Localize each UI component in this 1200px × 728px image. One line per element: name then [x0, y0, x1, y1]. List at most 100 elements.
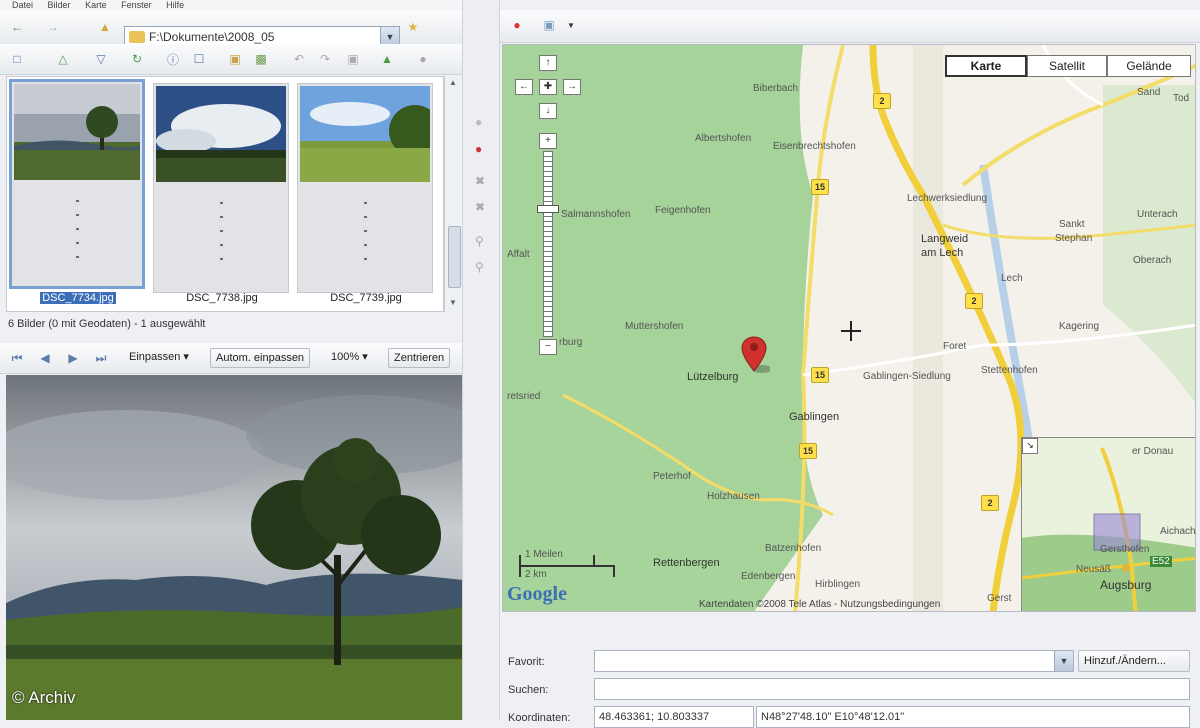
tools-icon[interactable]: ✖	[475, 174, 489, 188]
place-label: Foret	[943, 341, 967, 352]
chevron-down-icon[interactable]: ▼	[562, 16, 580, 34]
map-view[interactable]: Karte Satellit Gelände ↑ ← ✚ → ↓ + − 2 1…	[502, 44, 1196, 612]
undo-icon[interactable]: ↶	[290, 50, 308, 68]
scale-miles: 1 Meilen	[525, 549, 563, 560]
place-label: Biberbach	[753, 83, 799, 94]
next-icon[interactable]: ▶	[64, 349, 82, 367]
search-input[interactable]	[594, 678, 1190, 700]
overview-label: Neusäß	[1076, 564, 1112, 575]
place-label: Stephan	[1055, 233, 1093, 244]
sort-icon[interactable]: △	[54, 50, 72, 68]
comment-icon[interactable]: ☐	[190, 50, 208, 68]
redo-icon[interactable]: ↷	[316, 50, 334, 68]
place-label: Lech	[1001, 273, 1023, 284]
road-badge-15: 15	[811, 367, 829, 383]
zoom-out-icon[interactable]: ⚲	[475, 260, 489, 274]
google-logo: Google	[507, 583, 567, 605]
geotag-icon[interactable]: ▲	[378, 50, 396, 68]
menu-fenster[interactable]: Fenster	[121, 1, 152, 10]
prev-icon[interactable]: ◀	[36, 349, 54, 367]
pan-center-button[interactable]: ✚	[539, 79, 557, 95]
place-label: rburg	[559, 337, 583, 348]
slideshow-icon[interactable]: ▣	[226, 50, 244, 68]
fit-button[interactable]: Einpassen ▾	[124, 348, 194, 368]
thumbnail-2[interactable]	[153, 83, 289, 293]
save-icon[interactable]: ▣	[344, 50, 362, 68]
tools-2-icon[interactable]: ✖	[475, 200, 489, 214]
car-icon[interactable]: ▣	[540, 16, 558, 34]
zoom-slider-track[interactable]	[543, 151, 553, 337]
place-label: Eisenbrechtshofen	[773, 141, 856, 152]
filter-icon[interactable]: ▽	[92, 50, 110, 68]
thumbnail-3[interactable]	[297, 83, 433, 293]
thumbnail-1[interactable]	[9, 79, 145, 289]
overview-label: Augsburg	[1100, 578, 1152, 592]
favorite-folder-icon[interactable]: ★	[404, 18, 422, 36]
marker-add-icon[interactable]: ●	[475, 115, 489, 129]
thumbnail-scrollbar[interactable]: ▲ ▼	[444, 76, 462, 312]
thumbnail-image	[300, 86, 430, 182]
favorit-select[interactable]: ▼	[594, 650, 1074, 672]
back-icon[interactable]: ←	[8, 18, 26, 36]
thumbnail-filename: DSC_7738.jpg	[186, 292, 258, 304]
pan-down-button[interactable]: ↓	[539, 103, 557, 119]
zoom-in-button[interactable]: +	[539, 133, 557, 149]
pan-right-button[interactable]: →	[563, 79, 581, 95]
place-label: am Lech	[921, 247, 964, 259]
coords-dms-field[interactable]: N48°27'48.10" E10°48'12.01"	[756, 706, 1190, 728]
map-marker-icon[interactable]	[740, 335, 770, 375]
overview-map[interactable]: ↘ er Donau Aichach Gersthofen Neusäß E52…	[1021, 437, 1195, 611]
place-label: Gablingen-Siedlung	[863, 371, 951, 382]
view-icon[interactable]: □	[8, 50, 26, 68]
info-icon[interactable]: ⓘ	[164, 50, 182, 68]
center-button[interactable]: Zentrieren	[388, 348, 451, 368]
place-label: retsried	[507, 391, 541, 402]
image-credit: © Archiv	[12, 688, 76, 707]
zoom-slider-thumb[interactable]	[537, 205, 559, 213]
zoom-out-button[interactable]: −	[539, 339, 557, 355]
overview-label: E52	[1150, 556, 1172, 567]
place-label: Gablingen	[789, 411, 840, 423]
zoom-select[interactable]: 100% ▾	[326, 348, 373, 368]
add-change-button[interactable]: Hinzuf./Ändern...	[1078, 650, 1190, 672]
pan-left-button[interactable]: ←	[515, 79, 533, 95]
thumbnail-filename: DSC_7734.jpg	[40, 292, 116, 304]
search-label: Suchen:	[508, 684, 549, 696]
auto-fit-button[interactable]: Autom. einpassen	[210, 348, 311, 368]
place-label: Muttershofen	[625, 321, 684, 332]
menu-bilder[interactable]: Bilder	[48, 1, 71, 10]
last-icon[interactable]: ⏭	[92, 349, 110, 367]
image-toolbar: □ △ ▽ ↻ ⓘ ☐ ▣ ▩ ↶ ↷ ▣ ▲ ●	[0, 44, 462, 75]
menu-karte[interactable]: Karte	[85, 1, 107, 10]
forward-icon[interactable]: →	[44, 18, 62, 36]
marker-set-icon[interactable]: ●	[475, 142, 489, 156]
place-label: Lützelburg	[687, 371, 739, 383]
scroll-thumb[interactable]	[448, 226, 461, 288]
chevron-down-icon[interactable]: ▼	[1054, 651, 1073, 671]
refresh-icon[interactable]: ↻	[128, 50, 146, 68]
menu-hilfe[interactable]: Hilfe	[166, 1, 184, 10]
map-type-satellit[interactable]: Satellit	[1027, 55, 1107, 77]
image-icon[interactable]: ▩	[252, 50, 270, 68]
globe-icon[interactable]: ●	[414, 50, 432, 68]
coords-label: Koordinaten:	[508, 712, 571, 724]
coords-decimal-field[interactable]: 48.463361; 10.803337	[594, 706, 754, 728]
scroll-up-icon[interactable]: ▲	[447, 78, 459, 90]
place-label: Salmannshofen	[561, 209, 631, 220]
map-pin-icon[interactable]: ●	[508, 16, 526, 34]
pan-up-button[interactable]: ↑	[539, 55, 557, 71]
map-type-gelaende[interactable]: Gelände	[1107, 55, 1191, 77]
photo-preview	[6, 375, 462, 720]
scroll-down-icon[interactable]: ▼	[447, 298, 459, 310]
map-copyright: Kartendaten ©2008 Tele Atlas - Nutzungsb…	[699, 599, 941, 610]
map-type-karte[interactable]: Karte	[945, 55, 1027, 77]
first-icon[interactable]: ⏮	[8, 349, 26, 367]
up-folder-icon[interactable]: ▲	[96, 18, 114, 36]
place-label: Tod	[1173, 93, 1190, 104]
selection-status: 6 Bilder (0 mit Geodaten) - 1 ausgewählt	[8, 318, 206, 330]
overview-label: er Donau	[1132, 446, 1174, 457]
menu-datei[interactable]: Datei	[12, 1, 33, 10]
zoom-in-icon[interactable]: ⚲	[475, 234, 489, 248]
overview-collapse-icon[interactable]: ↘	[1022, 438, 1038, 454]
thumbnail-grid	[6, 76, 444, 312]
